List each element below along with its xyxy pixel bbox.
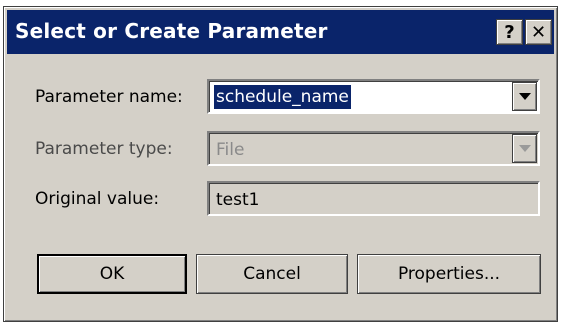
parameter-type-combobox: File — [207, 131, 540, 166]
title-bar[interactable]: Select or Create Parameter ? ✕ — [7, 10, 554, 54]
properties-button[interactable]: Properties... — [357, 254, 541, 294]
cancel-button[interactable]: Cancel — [196, 254, 348, 294]
close-button[interactable]: ✕ — [525, 19, 552, 45]
ok-button[interactable]: OK — [37, 254, 187, 294]
parameter-name-combobox[interactable]: schedule_name — [207, 79, 540, 114]
select-or-create-parameter-dialog: Select or Create Parameter ? ✕ Parameter… — [3, 6, 558, 322]
original-value-text: test1 — [216, 190, 260, 210]
parameter-name-dropdown-button[interactable] — [512, 82, 537, 111]
chevron-down-icon — [518, 145, 531, 152]
parameter-name-label: Parameter name: — [35, 87, 183, 107]
parameter-type-label: Parameter type: — [35, 139, 173, 159]
parameter-type-value: File — [216, 140, 245, 160]
help-button[interactable]: ? — [496, 19, 523, 45]
original-value-field: test1 — [207, 181, 540, 216]
parameter-type-dropdown-button — [512, 134, 537, 163]
original-value-label: Original value: — [35, 189, 160, 209]
parameter-name-value[interactable]: schedule_name — [214, 85, 351, 109]
help-icon: ? — [504, 21, 515, 43]
dialog-title: Select or Create Parameter — [15, 19, 328, 43]
close-icon: ✕ — [530, 21, 547, 43]
chevron-down-icon — [518, 93, 531, 100]
